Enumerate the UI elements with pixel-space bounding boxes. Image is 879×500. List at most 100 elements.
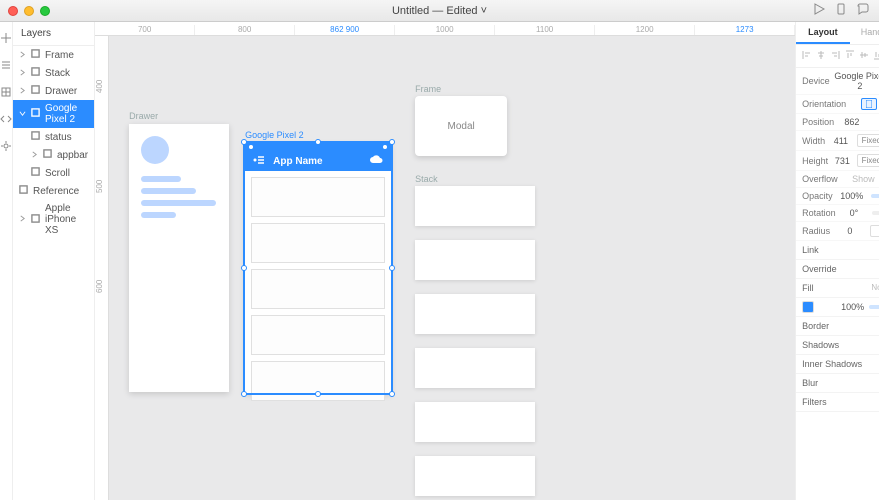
- artboard-google-pixel-2[interactable]: App Name: [245, 143, 391, 393]
- section-blur[interactable]: Blur+: [796, 374, 879, 393]
- radius-input[interactable]: 0: [834, 226, 865, 236]
- fill-alpha-slider[interactable]: [869, 305, 879, 309]
- inspector-tabs: Layout Handoff: [796, 22, 879, 45]
- prop-label: Orientation: [802, 99, 857, 109]
- mouse-cursor: [508, 0, 523, 3]
- prop-radius: Radius 0: [796, 222, 879, 241]
- code-tool-icon[interactable]: [0, 113, 12, 128]
- resize-handle[interactable]: [389, 391, 395, 397]
- layer-row-reference[interactable]: Reference: [13, 182, 94, 200]
- align-right-icon[interactable]: [830, 50, 840, 62]
- section-label: Border: [802, 321, 829, 331]
- document-title[interactable]: Untitled — Edited ˅: [0, 5, 879, 17]
- frame-tool-icon[interactable]: [0, 86, 12, 101]
- section-label: Fill: [802, 283, 814, 293]
- width-mode-select[interactable]: Fixed: [857, 134, 879, 147]
- layer-label: Reference: [33, 186, 79, 197]
- section-fill[interactable]: Fill Normal: [796, 279, 879, 298]
- layers-panel: Layers Frame Stack Drawer Google Pixel 2…: [13, 22, 95, 500]
- prop-position: Position 862 0: [796, 114, 879, 131]
- prop-label: Height: [802, 156, 828, 166]
- blend-mode[interactable]: Normal: [871, 283, 879, 293]
- rotation-slider[interactable]: [872, 211, 879, 215]
- artboard-label-drawer[interactable]: Drawer: [129, 111, 158, 121]
- stack-card: [415, 186, 535, 226]
- position-y-input[interactable]: 0: [870, 117, 879, 127]
- artboard-label-pixel[interactable]: Google Pixel 2: [245, 130, 304, 140]
- section-label: Blur: [802, 378, 818, 388]
- section-border[interactable]: Border+: [796, 317, 879, 336]
- layer-label: Scroll: [45, 168, 70, 179]
- drawer-line: [141, 188, 196, 194]
- layer-row-appbar[interactable]: appbar: [13, 146, 94, 164]
- orientation-portrait-button[interactable]: [861, 98, 877, 110]
- prop-orientation: Orientation: [796, 95, 879, 114]
- align-center-h-icon[interactable]: [816, 50, 826, 62]
- radius-per-corner-button[interactable]: [870, 225, 879, 237]
- ruler-tick: 800: [195, 25, 295, 35]
- rotation-input[interactable]: 0°: [840, 208, 869, 218]
- fill-alpha[interactable]: 100%: [841, 302, 864, 312]
- layer-row-iphone-xs[interactable]: Apple iPhone XS: [13, 200, 94, 239]
- layer-row-scroll[interactable]: Scroll: [13, 164, 94, 182]
- align-center-v-icon[interactable]: [859, 50, 869, 62]
- prop-device: DeviceGoogle Pixel 2: [796, 68, 879, 95]
- section-shadows[interactable]: Shadows+: [796, 336, 879, 355]
- prop-height: Height 731 Fixed: [796, 151, 879, 171]
- canvas-area: 700800862 9001000110012001273 400500600 …: [95, 22, 795, 500]
- alignment-toolbar: [796, 45, 879, 68]
- tab-handoff[interactable]: Handoff: [850, 22, 879, 44]
- app-bar: App Name: [245, 151, 391, 171]
- section-inner-shadows[interactable]: Inner Shadows+: [796, 355, 879, 374]
- settings-tool-icon[interactable]: [0, 140, 12, 155]
- design-canvas[interactable]: Drawer Google Pixel 2 App Name: [109, 36, 795, 500]
- drawer-avatar: [141, 136, 169, 164]
- section-label: Link: [802, 245, 819, 255]
- opacity-slider[interactable]: [871, 194, 879, 198]
- tool-strip: [0, 22, 13, 500]
- artboard-label-frame[interactable]: Frame: [415, 84, 441, 94]
- tab-layout[interactable]: Layout: [796, 22, 850, 44]
- layer-row-status[interactable]: status: [13, 128, 94, 146]
- height-mode-select[interactable]: Fixed: [857, 154, 879, 167]
- overflow-show-button[interactable]: Show: [852, 174, 875, 184]
- height-input[interactable]: 731: [832, 156, 852, 166]
- layer-label: status: [45, 132, 72, 143]
- section-label: Shadows: [802, 340, 839, 350]
- section-override[interactable]: Override+: [796, 260, 879, 279]
- align-left-icon[interactable]: [802, 50, 812, 62]
- resize-handle[interactable]: [389, 265, 395, 271]
- layer-row-drawer[interactable]: Drawer: [13, 82, 94, 100]
- layer-row-google-pixel-2[interactable]: Google Pixel 2: [13, 100, 94, 128]
- layer-label: Google Pixel 2: [45, 103, 88, 125]
- artboard-drawer[interactable]: [129, 124, 229, 392]
- list-tool-icon[interactable]: [0, 59, 12, 74]
- opacity-input[interactable]: 100%: [837, 191, 867, 201]
- align-top-icon[interactable]: [845, 50, 855, 62]
- ruler-horizontal: 700800862 9001000110012001273: [95, 22, 795, 36]
- device-select[interactable]: Google Pixel 2: [834, 71, 879, 91]
- fill-swatch[interactable]: [802, 301, 814, 313]
- position-x-input[interactable]: 862: [838, 117, 865, 127]
- section-link[interactable]: Link›: [796, 241, 879, 260]
- width-input[interactable]: 411: [829, 136, 852, 146]
- artboard-modal[interactable]: Modal: [415, 96, 507, 156]
- artboard-label-stack[interactable]: Stack: [415, 174, 438, 184]
- section-filters[interactable]: Filters+: [796, 393, 879, 412]
- prop-label: Position: [802, 117, 834, 127]
- artboard-stack[interactable]: [415, 186, 535, 496]
- ruler-tick: 400: [95, 36, 108, 136]
- list-item: [251, 223, 385, 263]
- ruler-tick: 1000: [395, 25, 495, 35]
- layer-label: Drawer: [45, 86, 77, 97]
- prop-label: Rotation: [802, 208, 836, 218]
- resize-handle[interactable]: [389, 139, 395, 145]
- prop-overflow: OverflowShowHide: [796, 171, 879, 188]
- align-bottom-icon[interactable]: [873, 50, 879, 62]
- prop-label: Radius: [802, 226, 830, 236]
- add-tool-icon[interactable]: [0, 32, 12, 47]
- layer-row-stack[interactable]: Stack: [13, 64, 94, 82]
- stack-card: [415, 240, 535, 280]
- layer-row-frame[interactable]: Frame: [13, 46, 94, 64]
- ruler-tick: 700: [95, 25, 195, 35]
